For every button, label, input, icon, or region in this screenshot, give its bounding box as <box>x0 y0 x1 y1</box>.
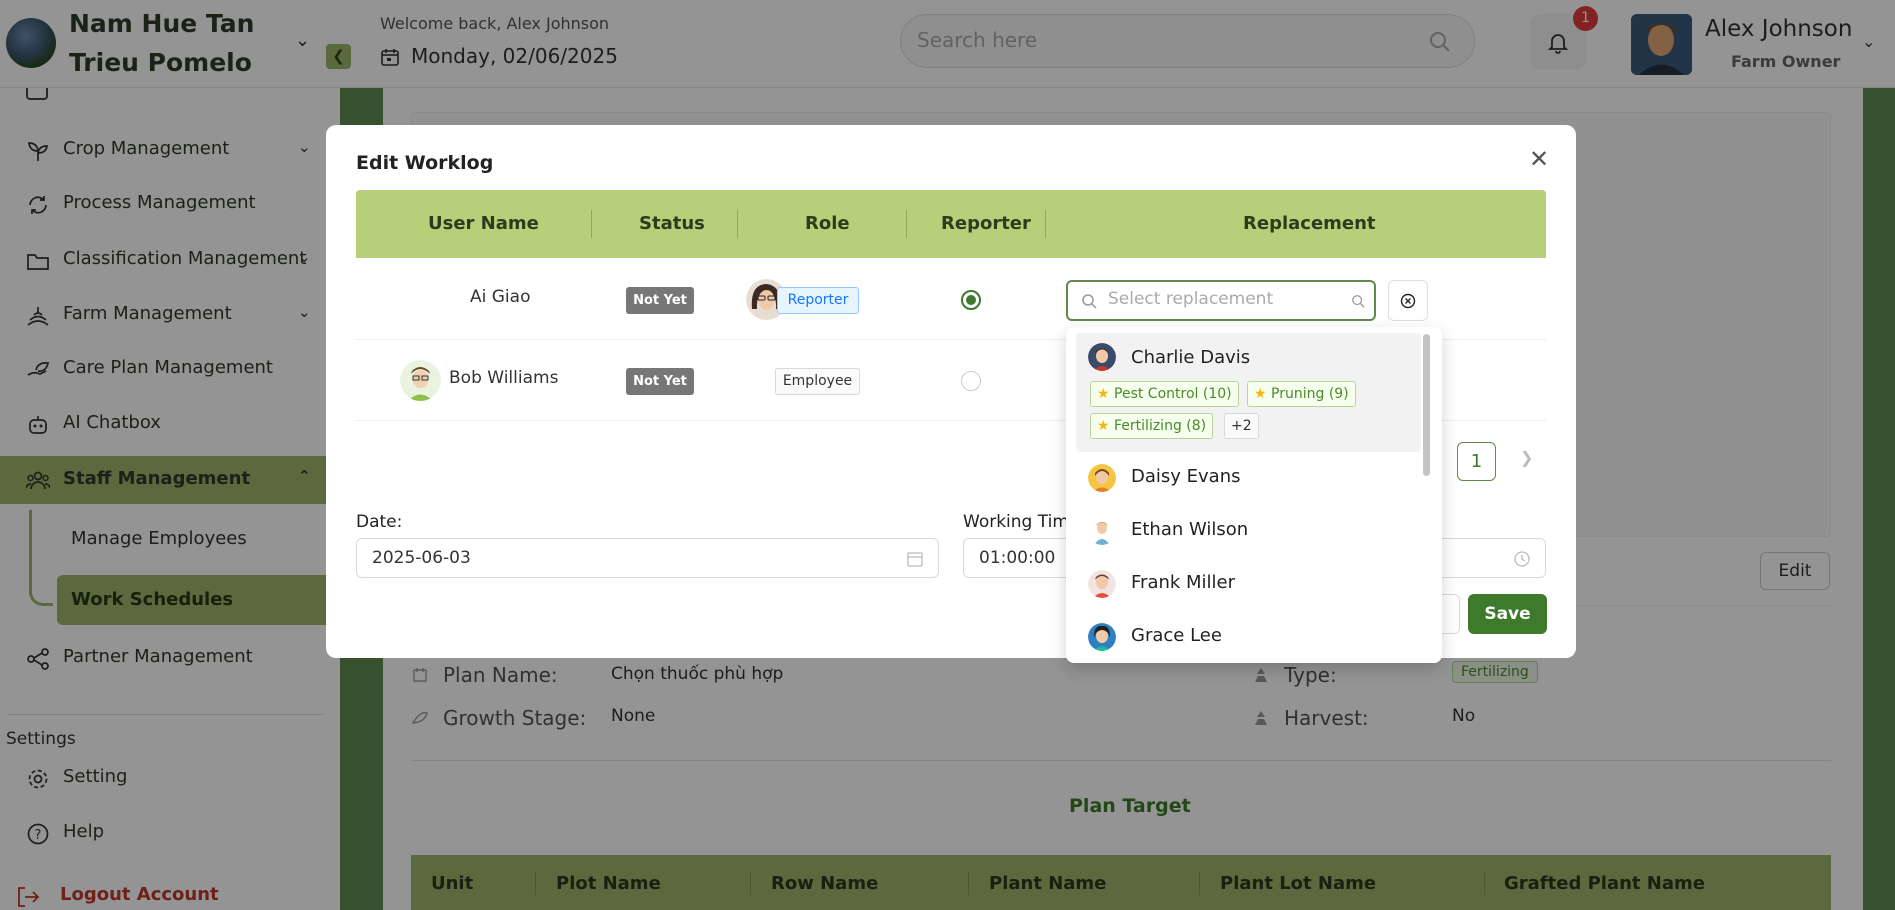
avatar <box>400 360 441 401</box>
column-header: Role <box>805 213 850 234</box>
role-badge: Reporter <box>777 287 859 314</box>
working-time-label: Working Time <box>963 512 1080 532</box>
column-header: User Name <box>428 213 539 234</box>
select-placeholder: Select replacement <box>1108 289 1274 309</box>
close-circle-icon <box>1400 293 1416 309</box>
column-header: Status <box>639 213 705 234</box>
skill-tag: ★ Fertilizing (8) <box>1090 413 1214 439</box>
option-name: Frank Miller <box>1131 572 1236 593</box>
clock-icon <box>1514 551 1530 567</box>
role-badge: Employee <box>775 368 860 395</box>
dropdown-option-charlie-davis[interactable]: Charlie Davis ★ Pest Control (10) ★ Prun… <box>1076 333 1421 452</box>
column-separator <box>737 210 738 238</box>
skill-tag: ★ Pest Control (10) <box>1090 381 1239 407</box>
clear-replacement-button[interactable] <box>1388 280 1428 321</box>
close-icon[interactable]: ✕ <box>1529 145 1549 173</box>
skill-tag: ★ Pruning (9) <box>1247 381 1356 407</box>
replacement-select[interactable]: Select replacement <box>1066 280 1376 321</box>
pagination-page[interactable]: 1 <box>1457 442 1496 481</box>
user-name: Bob Williams <box>449 368 559 388</box>
calendar-icon <box>907 552 923 567</box>
option-name: Grace Lee <box>1131 625 1222 646</box>
worklog-table-header: User Name Status Role Reporter Replaceme… <box>356 190 1546 258</box>
date-value: 2025-06-03 <box>372 548 471 568</box>
search-icon <box>1082 294 1097 309</box>
chevron-right-icon[interactable]: ❯ <box>1520 448 1533 467</box>
column-separator <box>1045 210 1046 238</box>
column-separator <box>906 210 907 238</box>
star-icon: ★ <box>1097 418 1110 434</box>
modal-title: Edit Worklog <box>356 152 494 174</box>
option-name: Charlie Davis <box>1131 347 1251 368</box>
avatar <box>1088 623 1116 651</box>
avatar <box>1088 517 1116 545</box>
save-button[interactable]: Save <box>1468 594 1547 634</box>
skill-label: Fertilizing (8) <box>1114 418 1207 434</box>
avatar <box>1088 343 1116 371</box>
avatar <box>1088 464 1116 492</box>
skill-label: Pruning (9) <box>1271 386 1349 402</box>
skill-label: Pest Control (10) <box>1114 386 1232 402</box>
option-name: Ethan Wilson <box>1131 519 1249 540</box>
dropdown-option-ethan-wilson[interactable]: Ethan Wilson <box>1076 505 1421 558</box>
option-name: Daisy Evans <box>1131 466 1241 487</box>
reporter-radio[interactable] <box>961 290 981 310</box>
star-icon: ★ <box>1254 386 1267 402</box>
column-header: Reporter <box>941 213 1031 234</box>
user-name: Ai Giao <box>470 287 531 307</box>
dropdown-option-frank-miller[interactable]: Frank Miller <box>1076 558 1421 611</box>
dropdown-option-daisy-evans[interactable]: Daisy Evans <box>1076 452 1421 505</box>
avatar <box>1088 570 1116 598</box>
dropdown-scrollbar[interactable] <box>1423 334 1430 476</box>
more-skills-tag: +2 <box>1224 413 1259 439</box>
date-label: Date: <box>356 512 403 532</box>
status-badge: Not Yet <box>626 287 694 314</box>
dropdown-option-grace-lee[interactable]: Grace Lee <box>1076 611 1421 663</box>
star-icon: ★ <box>1097 386 1110 402</box>
working-time-value: 01:00:00 <box>979 548 1056 568</box>
search-icon <box>1352 295 1365 308</box>
replacement-dropdown: Charlie Davis ★ Pest Control (10) ★ Prun… <box>1066 327 1442 663</box>
column-header: Replacement <box>1243 213 1376 234</box>
status-badge: Not Yet <box>626 368 694 395</box>
reporter-radio[interactable] <box>961 371 981 391</box>
column-separator <box>591 210 592 238</box>
date-picker[interactable]: 2025-06-03 <box>356 538 939 578</box>
